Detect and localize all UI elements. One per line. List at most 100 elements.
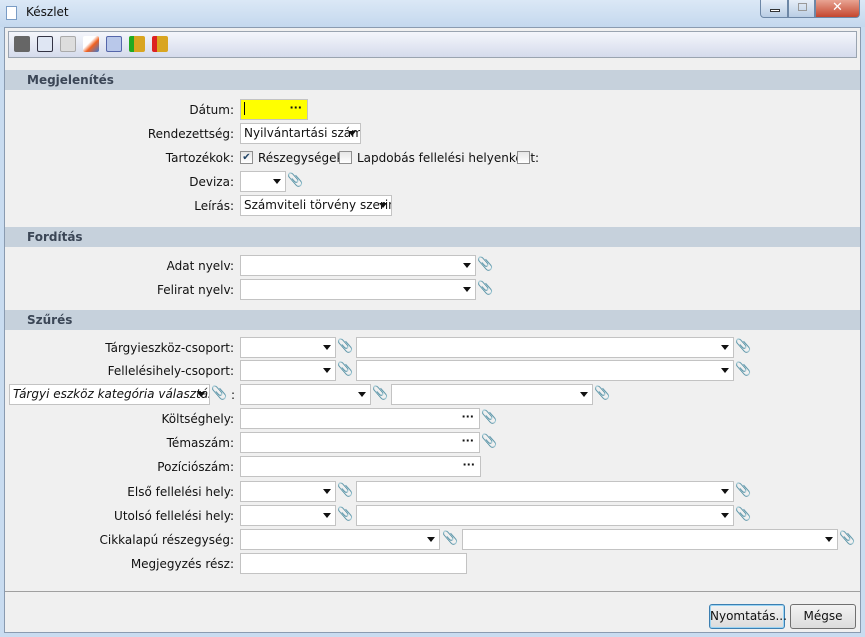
chevron-down-icon (825, 537, 833, 542)
location-group-from-select[interactable] (240, 360, 336, 381)
paperclip-icon[interactable]: 📎 (337, 507, 353, 525)
date-label: Dátum: (189, 103, 234, 117)
paperclip-icon[interactable]: 📎 (839, 531, 855, 549)
coins-in-icon[interactable] (129, 36, 145, 52)
subunits-label: Részegységek: (258, 151, 348, 165)
section-display-header: Megjelenítés (5, 70, 860, 90)
maximize-icon (798, 3, 807, 11)
maximize-button[interactable] (788, 0, 815, 18)
ordering-select[interactable]: Nyilvántartási szám (240, 123, 361, 144)
description-label: Leírás: (194, 199, 234, 213)
paperclip-icon[interactable]: 📎 (735, 483, 751, 501)
paperclip-icon[interactable]: 📎 (481, 434, 497, 452)
note-part-input[interactable] (240, 553, 467, 574)
category-value: Tárgyi eszköz kategória választás (13, 387, 210, 401)
chevron-down-icon (580, 392, 588, 397)
asset-group-to-select[interactable] (356, 337, 734, 358)
currency-label: Deviza: (189, 175, 234, 189)
close-icon: ✕ (832, 0, 843, 15)
browse-icon[interactable]: ··· (461, 434, 474, 447)
coins-out-icon[interactable] (152, 36, 168, 52)
chevron-down-icon (323, 489, 331, 494)
first-location-from-select[interactable] (240, 481, 336, 502)
category-from-select[interactable] (240, 384, 371, 405)
last-location-to-select[interactable] (356, 505, 734, 526)
toolbar (8, 31, 857, 58)
paperclip-icon[interactable]: 📎 (211, 386, 227, 404)
paperclip-icon[interactable]: 📎 (477, 281, 493, 299)
first-location-label: Első fellelési hely: (127, 485, 234, 499)
chevron-down-icon (463, 287, 471, 292)
cancel-button[interactable]: Mégse (790, 604, 856, 629)
minimize-icon (770, 9, 780, 12)
chevron-down-icon (358, 392, 366, 397)
chevron-down-icon (323, 513, 331, 518)
date-picker-icon[interactable]: ··· (289, 101, 302, 114)
data-language-label: Adat nyelv: (166, 259, 234, 273)
paperclip-icon[interactable]: 📎 (337, 339, 353, 357)
pagebreak-checkbox[interactable] (517, 151, 530, 164)
asset-group-from-select[interactable] (240, 337, 336, 358)
paperclip-icon[interactable]: 📎 (594, 386, 610, 404)
divider (5, 591, 860, 592)
last-location-label: Utolsó fellelési hely: (114, 509, 234, 523)
edit-icon[interactable] (83, 36, 99, 52)
copy-document-icon[interactable] (60, 36, 76, 52)
calculator-icon[interactable] (106, 36, 122, 52)
position-number-input[interactable]: ··· (240, 456, 481, 477)
location-group-to-select[interactable] (356, 360, 734, 381)
cost-center-label: Költséghely: (161, 412, 235, 426)
caption-language-select[interactable] (240, 279, 476, 300)
pagebreak-label: Lapdobás fellelési helyenként: (357, 151, 540, 165)
paperclip-icon[interactable]: 📎 (337, 483, 353, 501)
date-input[interactable]: ··· (240, 99, 308, 120)
last-location-from-select[interactable] (240, 505, 336, 526)
note-part-label: Megjegyzés rész: (130, 557, 234, 571)
paperclip-icon[interactable]: 📎 (287, 173, 303, 191)
subunits-checkbox[interactable] (339, 151, 352, 164)
paperclip-icon[interactable]: 📎 (735, 362, 751, 380)
item-subunit-from-select[interactable] (240, 529, 440, 550)
topic-number-label: Témaszám: (166, 436, 234, 450)
item-subunit-label: Cikkalapú részegység: (99, 533, 234, 547)
section-translation-header: Fordítás (5, 227, 860, 247)
title-bar: Készlet ✕ (0, 0, 865, 27)
chevron-down-icon (323, 345, 331, 350)
paperclip-icon[interactable]: 📎 (481, 410, 497, 428)
chevron-down-icon (463, 263, 471, 268)
caption-language-label: Felirat nyelv: (156, 283, 234, 297)
data-language-select[interactable] (240, 255, 476, 276)
chevron-down-icon (721, 513, 729, 518)
chevron-down-icon (427, 537, 435, 542)
section-filter-header: Szűrés (5, 310, 860, 330)
dialog-body: Megjelenítés Dátum: ··· Rendezettség: Ny… (4, 27, 861, 633)
topic-number-input[interactable]: ··· (240, 432, 480, 453)
paperclip-icon[interactable]: 📎 (337, 362, 353, 380)
browse-icon[interactable]: ··· (461, 410, 474, 423)
category-to-select[interactable] (391, 384, 593, 405)
browse-icon[interactable]: ··· (462, 458, 475, 471)
accessories-checkbox[interactable]: ✔ (240, 151, 253, 164)
first-location-to-select[interactable] (356, 481, 734, 502)
printer-icon[interactable] (14, 36, 30, 52)
chevron-down-icon (379, 203, 387, 208)
cost-center-input[interactable]: ··· (240, 408, 480, 429)
settings-document-icon[interactable] (37, 36, 53, 52)
paperclip-icon[interactable]: 📎 (735, 507, 751, 525)
category-colon: : (231, 388, 236, 402)
paperclip-icon[interactable]: 📎 (477, 257, 493, 275)
print-button[interactable]: Nyomtatás... (709, 604, 787, 629)
description-select[interactable]: Számviteli törvény szerint (240, 195, 392, 216)
paperclip-icon[interactable]: 📎 (735, 339, 751, 357)
position-number-label: Pozíciószám: (157, 460, 234, 474)
item-subunit-to-select[interactable] (462, 529, 838, 550)
location-group-label: Fellelésihely-csoport: (107, 364, 234, 378)
chevron-down-icon (721, 345, 729, 350)
category-select[interactable]: Tárgyi eszköz kategória választás (9, 384, 210, 405)
close-button[interactable]: ✕ (815, 0, 860, 18)
minimize-button[interactable] (760, 0, 788, 18)
paperclip-icon[interactable]: 📎 (442, 531, 458, 549)
chevron-down-icon (348, 131, 356, 136)
paperclip-icon[interactable]: 📎 (372, 386, 388, 404)
currency-select[interactable] (240, 171, 286, 192)
